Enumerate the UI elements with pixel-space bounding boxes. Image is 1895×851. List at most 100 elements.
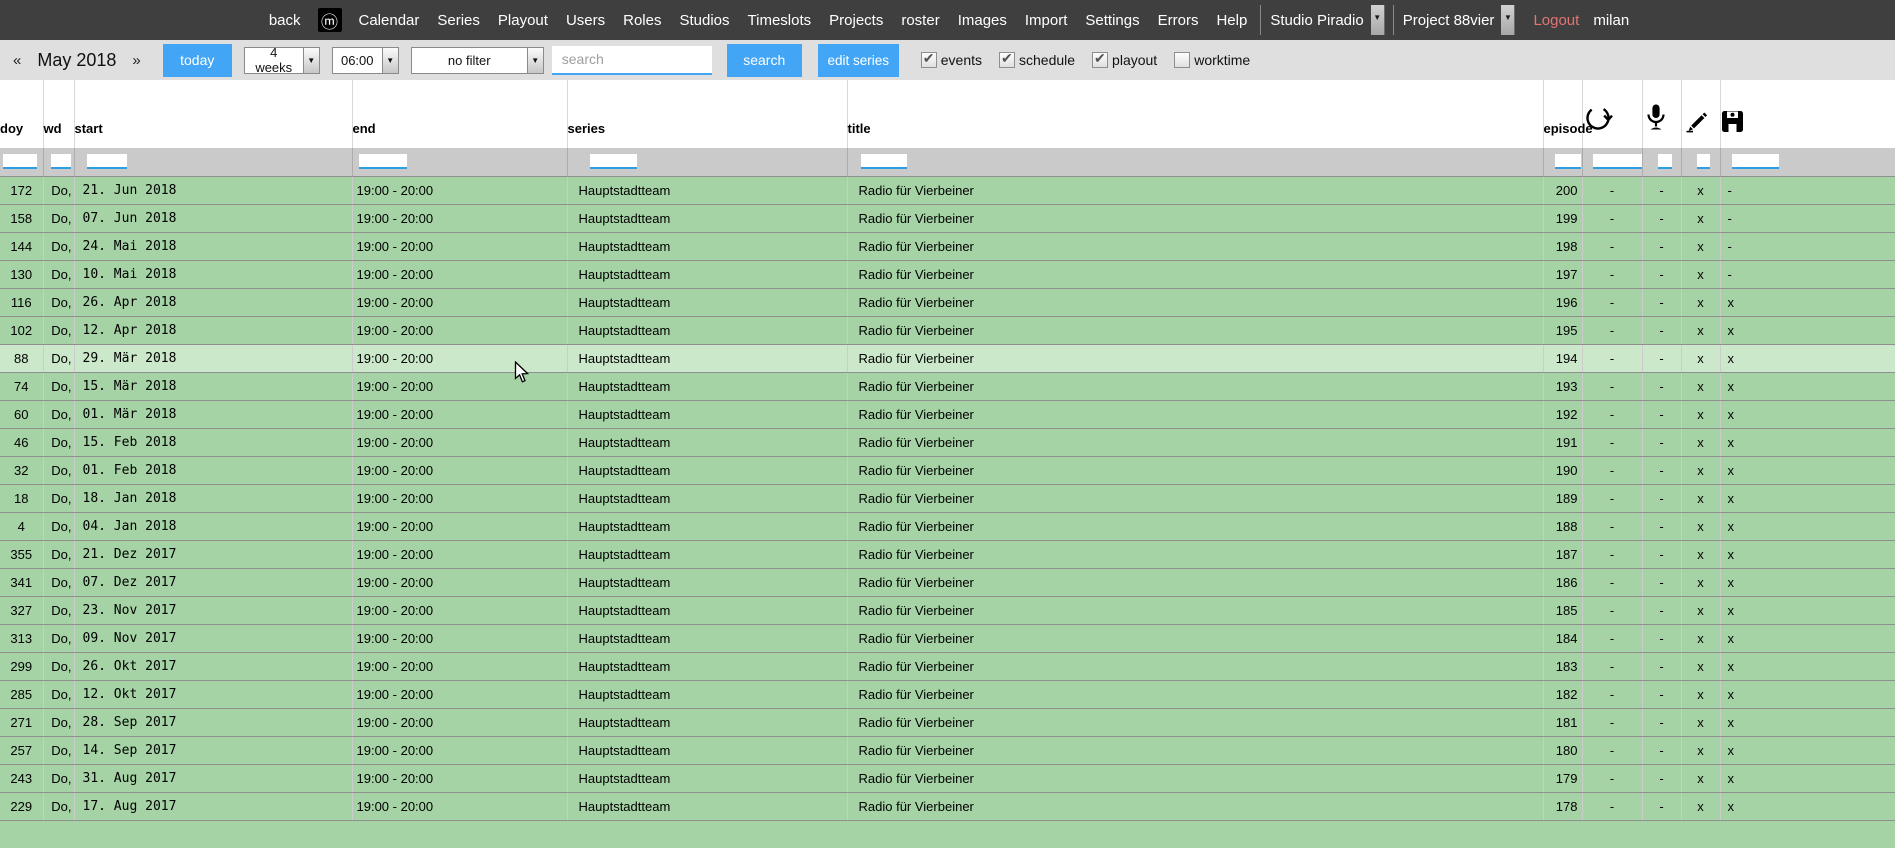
cell-start-date: 07. Jun 2018 <box>74 204 352 232</box>
table-row[interactable]: 144 Do, 24. Mai 2018 19:00 - 20:00 Haupt… <box>0 232 1895 260</box>
cell-save-flag: x <box>1720 624 1895 652</box>
cell-save-flag: x <box>1720 540 1895 568</box>
checkbox-events[interactable]: events <box>921 52 982 68</box>
filter-input-wd[interactable] <box>51 154 71 169</box>
table-row[interactable]: 4 Do, 04. Jan 2018 19:00 - 20:00 Hauptst… <box>0 512 1895 540</box>
project-select[interactable]: Project 88vier ▼ <box>1393 5 1516 35</box>
table-row[interactable]: 60 Do, 01. Mär 2018 19:00 - 20:00 Haupts… <box>0 400 1895 428</box>
filter-input-edit[interactable] <box>1697 154 1710 169</box>
nav-item-timeslots[interactable]: Timeslots <box>748 12 812 29</box>
table-row[interactable]: 88 Do, 29. Mär 2018 19:00 - 20:00 Haupts… <box>0 344 1895 372</box>
nav-item-help[interactable]: Help <box>1216 12 1247 29</box>
table-row[interactable]: 299 Do, 26. Okt 2017 19:00 - 20:00 Haupt… <box>0 652 1895 680</box>
search-button[interactable]: search <box>727 44 802 77</box>
time-select[interactable]: 06:00 ▼ <box>332 47 399 74</box>
cell-rerun-flag: - <box>1582 344 1642 372</box>
filter-input-series[interactable] <box>590 154 637 169</box>
table-row[interactable]: 102 Do, 12. Apr 2018 19:00 - 20:00 Haupt… <box>0 316 1895 344</box>
cell-start-date: 23. Nov 2017 <box>74 596 352 624</box>
cell-start-date: 31. Aug 2017 <box>74 764 352 792</box>
table-row[interactable]: 243 Do, 31. Aug 2017 19:00 - 20:00 Haupt… <box>0 764 1895 792</box>
table-row[interactable]: 32 Do, 01. Feb 2018 19:00 - 20:00 Haupts… <box>0 456 1895 484</box>
cell-rerun-flag: - <box>1582 316 1642 344</box>
table-row[interactable]: 130 Do, 10. Mai 2018 19:00 - 20:00 Haupt… <box>0 260 1895 288</box>
table-row[interactable]: 172 Do, 21. Jun 2018 19:00 - 20:00 Haupt… <box>0 176 1895 204</box>
filter-input-save[interactable] <box>1732 154 1779 169</box>
studio-select[interactable]: Studio Piradio ▼ <box>1260 5 1384 35</box>
nav-item-projects[interactable]: Projects <box>829 12 883 29</box>
checkbox-worktime-label: worktime <box>1194 52 1250 68</box>
cell-series: Hauptstadtteam <box>567 400 847 428</box>
nav-item-playout[interactable]: Playout <box>498 12 548 29</box>
cell-title: Radio für Vierbeiner <box>847 372 1543 400</box>
table-row[interactable]: 271 Do, 28. Sep 2017 19:00 - 20:00 Haupt… <box>0 708 1895 736</box>
cell-doy: 18 <box>0 484 43 512</box>
nav-item-settings[interactable]: Settings <box>1085 12 1139 29</box>
table-row[interactable]: 229 Do, 17. Aug 2017 19:00 - 20:00 Haupt… <box>0 792 1895 820</box>
table-row[interactable]: 158 Do, 07. Jun 2018 19:00 - 20:00 Haupt… <box>0 204 1895 232</box>
cell-save-flag: x <box>1720 344 1895 372</box>
cell-rerun-flag: - <box>1582 764 1642 792</box>
checkbox-schedule[interactable]: schedule <box>999 52 1075 68</box>
table-row[interactable]: 18 Do, 18. Jan 2018 19:00 - 20:00 Haupts… <box>0 484 1895 512</box>
filter-input-end[interactable] <box>359 154 407 169</box>
prev-month-button[interactable]: « <box>8 52 26 69</box>
filter-input-title[interactable] <box>861 154 907 169</box>
cell-title: Radio für Vierbeiner <box>847 624 1543 652</box>
checkbox-playout-label: playout <box>1112 52 1157 68</box>
checkbox-worktime[interactable]: worktime <box>1174 52 1250 68</box>
range-select[interactable]: 4 weeks ▼ <box>244 47 320 74</box>
table-row[interactable]: 341 Do, 07. Dez 2017 19:00 - 20:00 Haupt… <box>0 568 1895 596</box>
nav-item-users[interactable]: Users <box>566 12 605 29</box>
cell-series: Hauptstadtteam <box>567 764 847 792</box>
today-button[interactable]: today <box>163 44 232 77</box>
cell-weekday: Do, <box>43 736 74 764</box>
nav-item-errors[interactable]: Errors <box>1158 12 1199 29</box>
filter-input-start[interactable] <box>87 154 127 169</box>
filter-input-doy[interactable] <box>3 154 37 169</box>
partial-table-row[interactable] <box>0 820 1895 848</box>
checkbox-playout[interactable]: playout <box>1092 52 1157 68</box>
table-row[interactable]: 257 Do, 14. Sep 2017 19:00 - 20:00 Haupt… <box>0 736 1895 764</box>
cell-series: Hauptstadtteam <box>567 176 847 204</box>
nav-item-calendar[interactable]: Calendar <box>359 12 420 29</box>
edit-series-button[interactable]: edit series <box>818 44 899 77</box>
next-month-button[interactable]: » <box>127 52 145 69</box>
search-input[interactable] <box>552 46 712 75</box>
table-row[interactable]: 116 Do, 26. Apr 2018 19:00 - 20:00 Haupt… <box>0 288 1895 316</box>
app-logo-icon[interactable]: ⓜ <box>318 8 342 32</box>
filter-input-episode[interactable] <box>1555 154 1581 169</box>
cell-doy: 158 <box>0 204 43 232</box>
cell-time-range: 19:00 - 20:00 <box>352 680 567 708</box>
nav-item-import[interactable]: Import <box>1025 12 1068 29</box>
logout-link[interactable]: Logout <box>1533 12 1579 29</box>
filter-input-microphone[interactable] <box>1658 154 1672 169</box>
back-link[interactable]: back <box>269 12 301 29</box>
table-row[interactable]: 285 Do, 12. Okt 2017 19:00 - 20:00 Haupt… <box>0 680 1895 708</box>
cell-time-range: 19:00 - 20:00 <box>352 596 567 624</box>
cell-microphone-flag: - <box>1642 764 1681 792</box>
cell-series: Hauptstadtteam <box>567 456 847 484</box>
nav-item-roster[interactable]: roster <box>901 12 939 29</box>
cell-episode: 188 <box>1543 512 1582 540</box>
nav-item-series[interactable]: Series <box>437 12 480 29</box>
nav-item-images[interactable]: Images <box>958 12 1007 29</box>
cell-start-date: 14. Sep 2017 <box>74 736 352 764</box>
cell-series: Hauptstadtteam <box>567 596 847 624</box>
column-header-doy: doy <box>0 80 43 148</box>
table-row[interactable]: 327 Do, 23. Nov 2017 19:00 - 20:00 Haupt… <box>0 596 1895 624</box>
cell-rerun-flag: - <box>1582 176 1642 204</box>
nav-item-roles[interactable]: Roles <box>623 12 661 29</box>
filter-input-rerun[interactable] <box>1593 154 1643 169</box>
table-row[interactable]: 74 Do, 15. Mär 2018 19:00 - 20:00 Haupts… <box>0 372 1895 400</box>
nav-item-studios[interactable]: Studios <box>679 12 729 29</box>
cell-edit-flag: x <box>1681 540 1720 568</box>
filter-select[interactable]: no filter ▼ <box>411 47 544 74</box>
table-row[interactable]: 313 Do, 09. Nov 2017 19:00 - 20:00 Haupt… <box>0 624 1895 652</box>
cell-doy: 257 <box>0 736 43 764</box>
cell-series: Hauptstadtteam <box>567 204 847 232</box>
column-header-start: start <box>74 80 352 148</box>
table-row[interactable]: 355 Do, 21. Dez 2017 19:00 - 20:00 Haupt… <box>0 540 1895 568</box>
cell-edit-flag: x <box>1681 764 1720 792</box>
table-row[interactable]: 46 Do, 15. Feb 2018 19:00 - 20:00 Haupts… <box>0 428 1895 456</box>
